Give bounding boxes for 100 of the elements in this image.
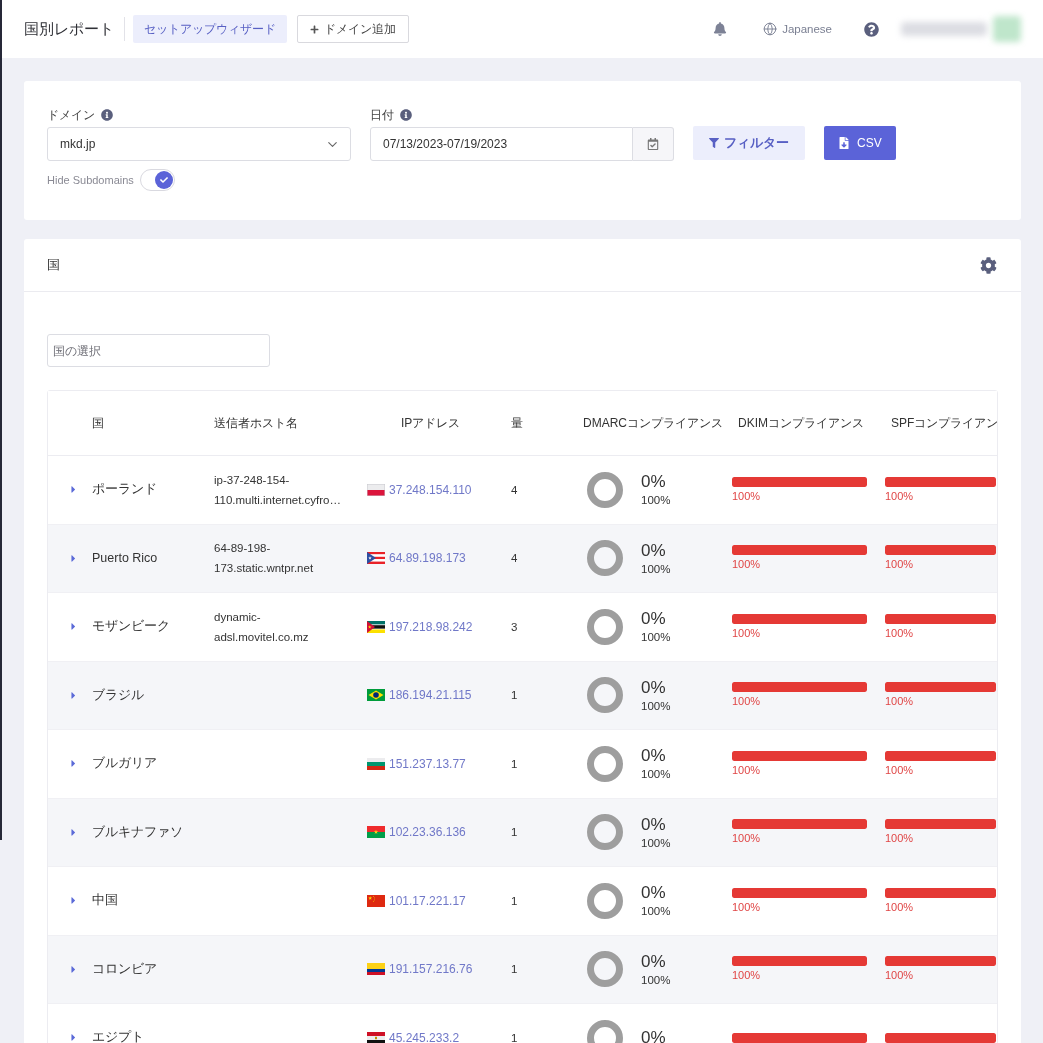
plus-icon: [310, 24, 319, 34]
csv-download-button[interactable]: CSV: [824, 126, 896, 160]
dmarc-total: 100%: [641, 767, 671, 783]
spf-percent: 100%: [885, 695, 914, 709]
column-header: IPアドレス: [400, 414, 462, 432]
hide-subdomains-label: Hide Subdomains: [47, 174, 134, 186]
country-name: 中国: [92, 892, 118, 910]
puerto-rico-flag-icon: [367, 552, 385, 565]
page-title: 国別レポート: [24, 19, 114, 39]
dmarc-percent: 0%: [641, 676, 666, 698]
column-header: 送信者ホスト名: [214, 414, 299, 432]
spf-percent: 100%: [885, 489, 914, 503]
donut-chart-icon: [587, 745, 623, 782]
message-volume: 4: [511, 552, 518, 565]
hide-subdomains-toggle[interactable]: [139, 169, 175, 191]
message-volume: 1: [511, 963, 518, 976]
sender-hostname: ip-37-248-154-110.multi.internet.cyfro…: [214, 472, 342, 508]
brazil-flag-icon: [367, 689, 385, 702]
date-label: 日付: [370, 106, 394, 124]
language-selector[interactable]: Japanese: [763, 22, 832, 36]
donut-chart-icon: [587, 951, 623, 988]
dmarc-total: 100%: [641, 630, 671, 646]
country-name: エジプト: [92, 1029, 144, 1043]
column-header: 国: [92, 414, 105, 432]
column-header: DMARCコンプライアンス: [583, 414, 724, 432]
burkina-faso-flag-icon: [367, 826, 385, 839]
settings-icon[interactable]: [980, 256, 997, 274]
dmarc-percent: 0%: [641, 950, 666, 972]
message-volume: 1: [511, 826, 518, 839]
check-icon: [159, 176, 168, 184]
dmarc-total: 100%: [641, 698, 671, 714]
country-search-field[interactable]: 国の選択: [47, 334, 270, 367]
country-name: ブルガリア: [92, 755, 157, 773]
ip-address-link[interactable]: 102.23.36.136: [389, 825, 466, 840]
country-name: Puerto Rico: [92, 551, 158, 566]
column-header: 量: [511, 414, 524, 432]
domain-select[interactable]: mkd.jp: [47, 127, 351, 161]
dkim-percent: 100%: [732, 695, 761, 709]
dmarc-total: 100%: [641, 561, 671, 577]
globe-icon: [763, 22, 778, 36]
card-title: 国: [47, 256, 60, 274]
sender-hostname: 64-89-198-173.static.wntpr.net: [214, 541, 315, 577]
dmarc-percent: 0%: [641, 539, 666, 561]
spf-percent: 100%: [885, 969, 914, 983]
ip-address-link[interactable]: 37.248.154.110: [389, 482, 472, 497]
filter-button[interactable]: フィルター: [693, 126, 805, 160]
dkim-percent: 100%: [732, 626, 761, 640]
date-range-input[interactable]: 07/13/2023-07/19/2023: [370, 127, 633, 161]
ip-address-link[interactable]: 197.218.98.242: [389, 619, 473, 634]
dmarc-total: 100%: [641, 493, 671, 509]
add-domain-button[interactable]: ドメイン追加: [297, 15, 409, 43]
donut-chart-icon: [587, 814, 623, 851]
dkim-percent: 100%: [732, 489, 761, 503]
ip-address-link[interactable]: 191.157.216.76: [389, 962, 473, 977]
dmarc-percent: 0%: [641, 1027, 666, 1043]
ip-address-link[interactable]: 64.89.198.173: [389, 551, 466, 566]
ip-address-link[interactable]: 186.194.21.115: [389, 688, 472, 703]
blurred-avatar-placeholder: [993, 16, 1021, 42]
donut-chart-icon: [587, 540, 623, 577]
dkim-percent: 100%: [732, 558, 761, 572]
message-volume: 1: [511, 689, 518, 702]
column-header: SPFコンプライアン: [890, 414, 996, 432]
ip-address-link[interactable]: 101.17.221.17: [389, 893, 466, 908]
dmarc-total: 100%: [641, 904, 671, 920]
sender-hostname: dynamic-adsl.movitel.co.mz: [214, 609, 310, 645]
donut-chart-icon: [587, 608, 623, 645]
info-icon: [400, 109, 412, 121]
help-icon[interactable]: [864, 21, 879, 37]
dmarc-percent: 0%: [641, 471, 666, 493]
dmarc-percent: 0%: [641, 882, 666, 904]
dkim-percent: 100%: [732, 763, 761, 777]
domain-label: ドメイン: [47, 106, 95, 124]
country-name: ポーランド: [92, 481, 157, 499]
poland-flag-icon: [367, 483, 385, 496]
setup-wizard-button[interactable]: セットアップウィザード: [133, 15, 287, 43]
info-icon: [101, 109, 113, 121]
dkim-percent: 100%: [732, 969, 761, 983]
donut-chart-icon: [587, 882, 623, 919]
bulgaria-flag-icon: [367, 757, 385, 770]
colombia-flag-icon: [367, 963, 385, 976]
message-volume: 1: [511, 757, 518, 770]
spf-percent: 100%: [885, 558, 914, 572]
donut-chart-icon: [587, 471, 623, 508]
ip-address-link[interactable]: 45.245.233.2: [389, 1030, 460, 1043]
bell-icon[interactable]: [713, 22, 728, 36]
dmarc-percent: 0%: [641, 745, 666, 767]
mozambique-flag-icon: [367, 620, 385, 633]
message-volume: 4: [511, 483, 518, 496]
donut-chart-icon: [587, 677, 623, 714]
ip-address-link[interactable]: 151.237.13.77: [389, 756, 466, 771]
message-volume: 3: [511, 620, 518, 633]
spf-percent: 100%: [885, 763, 914, 777]
dmarc-total: 100%: [641, 835, 671, 851]
dkim-percent: 100%: [732, 900, 761, 914]
file-download-icon: [838, 137, 850, 149]
country-name: コロンビア: [92, 960, 157, 978]
dkim-percent: 100%: [732, 832, 761, 846]
column-header: DKIMコンプライアンス: [737, 414, 865, 432]
spf-percent: 100%: [885, 832, 914, 846]
calendar-button[interactable]: [633, 127, 674, 161]
